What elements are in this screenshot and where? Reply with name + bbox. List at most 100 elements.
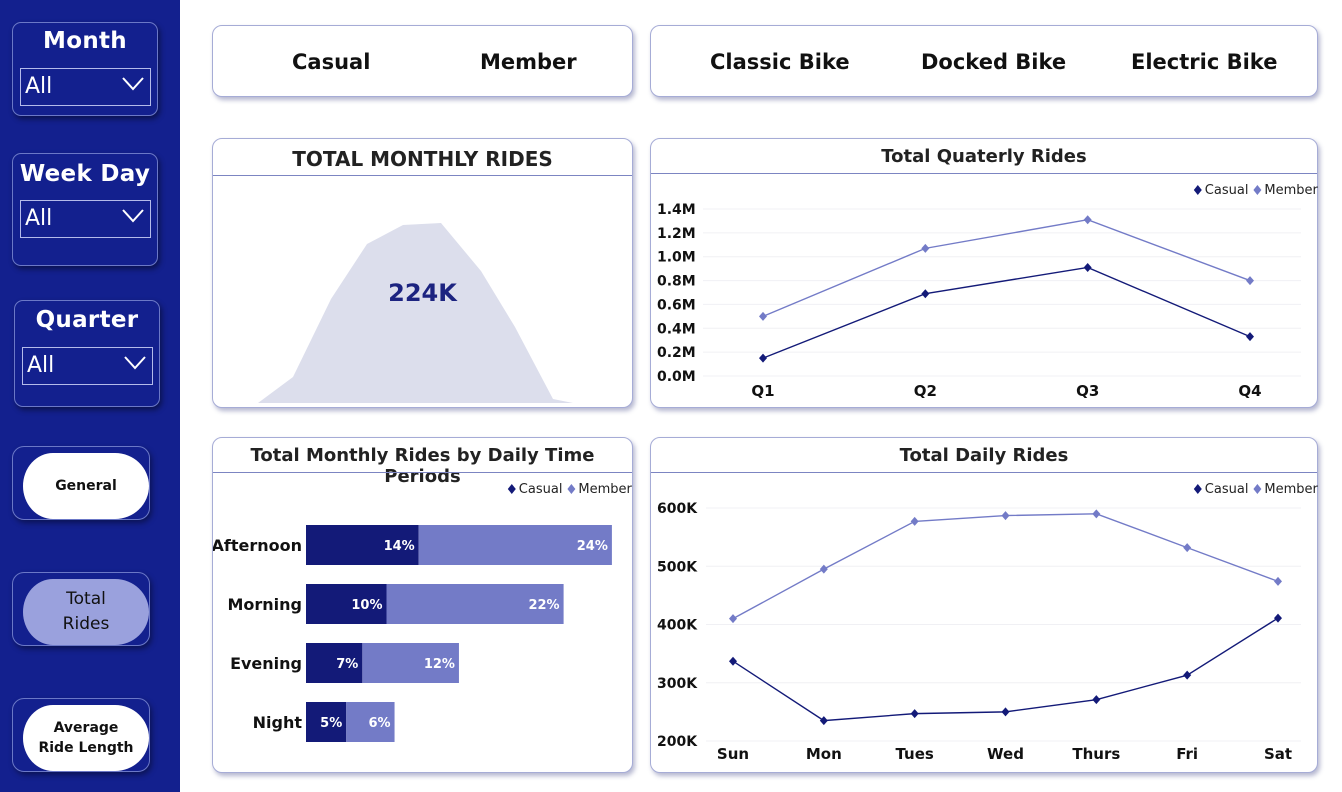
legend-casual: Casual: [1205, 482, 1249, 497]
x-tick-label: Q4: [1238, 382, 1261, 400]
data-point-member: [1092, 509, 1101, 519]
weekday-select[interactable]: All: [20, 200, 151, 238]
bar-value-label: 14%: [384, 539, 415, 554]
y-tick-label: 400K: [657, 618, 698, 634]
quarter-slicer: Quarter All: [14, 300, 160, 407]
category-label: Evening: [230, 654, 302, 673]
quarterly-rides-card: Total Quaterly Rides 0.0M 0.2M 0.4M 0.6M 0.8…: [650, 138, 1319, 408]
weekday-slicer: Week Day All: [12, 153, 158, 266]
data-point-member: [759, 311, 767, 321]
data-point-casual: [1092, 695, 1101, 705]
filter-electric-bike[interactable]: Electric Bike: [1131, 50, 1277, 74]
sidebar: Month All Week Day All Quarter All Gener…: [0, 0, 180, 792]
data-point-casual: [819, 716, 828, 726]
total-rides-button[interactable]: Total Rides: [23, 579, 149, 645]
data-point-member: [1246, 276, 1254, 286]
bar-value-label: 24%: [577, 539, 608, 554]
y-tick-label: 1.4M: [657, 202, 696, 218]
x-tick-label: Q1: [751, 382, 774, 400]
filter-docked-bike[interactable]: Docked Bike: [921, 50, 1066, 74]
nav-total-rides: Total Rides: [12, 572, 150, 646]
monthly-area-shape: [258, 223, 573, 403]
general-button-label: General: [55, 477, 117, 494]
series-line-casual: [732, 617, 1279, 722]
total-rides-button-label: Total Rides: [63, 587, 110, 636]
avg-ride-label-line2: Ride Length: [38, 740, 134, 756]
quarter-slicer-title: Quarter: [35, 307, 139, 333]
legend-member: Member: [578, 482, 632, 497]
bar-value-label: 12%: [424, 657, 455, 672]
average-ride-length-button[interactable]: Average Ride Length: [23, 705, 149, 771]
data-point-casual: [759, 353, 767, 363]
daily-line-chart: 200K 300K 400K 500K 600K Sun Mon Tues Wed Thurs Fr…: [657, 482, 1319, 763]
legend-casual: Casual: [519, 482, 563, 497]
x-tick-label: Q2: [914, 382, 937, 400]
chevron-down-icon: [124, 356, 146, 370]
monthly-rides-card: TOTAL MONTHLY RIDES 224K: [212, 138, 633, 408]
time-periods-card: Total Monthly Rides by Daily Time Period…: [212, 437, 633, 773]
x-tick-label: Fri: [1176, 745, 1198, 763]
y-tick-label: 0.4M: [657, 321, 696, 337]
weekday-slicer-title: Week Day: [19, 161, 151, 187]
chevron-down-icon: [122, 209, 144, 223]
filter-classic-bike[interactable]: Classic Bike: [710, 50, 850, 74]
series-line-member: [762, 219, 1251, 318]
filter-member[interactable]: Member: [480, 50, 577, 74]
category-label: Afternoon: [213, 536, 302, 555]
data-point-casual: [1083, 262, 1092, 272]
total-rides-label-line2: Rides: [62, 614, 110, 634]
data-point-casual: [1246, 332, 1254, 342]
rider-type-filter: Casual Member: [212, 25, 633, 97]
y-tick-label: 0.2M: [657, 345, 696, 361]
month-select[interactable]: All: [20, 68, 151, 106]
data-point-casual: [1001, 707, 1010, 717]
category-label: Night: [253, 713, 303, 732]
monthly-area-sparkline: [258, 223, 573, 403]
data-point-casual: [910, 709, 919, 719]
bar-value-label: 10%: [351, 598, 382, 613]
month-select-value: All: [25, 74, 53, 99]
y-tick-label: 300K: [657, 676, 698, 692]
y-tick-label: 0.0M: [657, 369, 696, 385]
legend-casual-marker: [1193, 484, 1202, 494]
legend-member: Member: [1264, 183, 1318, 198]
data-point-casual: [1183, 670, 1192, 680]
x-tick-label: Sun: [717, 745, 749, 763]
chevron-down-icon: [122, 77, 144, 91]
data-point-member: [921, 243, 930, 253]
data-point-member: [1001, 511, 1010, 521]
quarter-select[interactable]: All: [22, 347, 153, 385]
average-ride-length-button-label: Average Ride Length: [38, 718, 133, 759]
bike-type-filter: Classic Bike Docked Bike Electric Bike: [650, 25, 1318, 97]
y-tick-label: 1.0M: [657, 250, 696, 266]
y-tick-label: 600K: [657, 501, 698, 517]
bar-value-label: 22%: [528, 598, 559, 613]
x-tick-label: Mon: [806, 745, 842, 763]
time-periods-bar-chart: Afternoon 14% 24% Morning 10% 22% Evening 7% 12%…: [213, 482, 633, 742]
monthly-rides-value: 224K: [388, 279, 457, 307]
data-point-member: [1183, 543, 1192, 553]
legend-casual-marker: [507, 484, 516, 494]
data-point-member: [910, 516, 919, 526]
general-button[interactable]: General: [23, 453, 149, 519]
legend-casual: Casual: [1205, 183, 1249, 198]
bar-value-label: 5%: [320, 716, 342, 731]
x-tick-label: Q3: [1076, 382, 1099, 400]
filter-casual[interactable]: Casual: [292, 50, 370, 74]
x-tick-label: Tues: [895, 745, 933, 763]
x-tick-label: Wed: [987, 745, 1024, 763]
legend-casual-marker: [1193, 185, 1202, 195]
daily-rides-card: Total Daily Rides 200K 300K 400K 500K 600K Su…: [650, 437, 1319, 773]
bar-value-label: 6%: [368, 716, 390, 731]
y-tick-label: 0.8M: [657, 274, 696, 290]
y-tick-label: 0.6M: [657, 297, 696, 313]
quarter-select-value: All: [27, 353, 55, 378]
y-tick-label: 500K: [657, 559, 698, 575]
bar-value-label: 7%: [336, 657, 358, 672]
data-point-casual: [1274, 613, 1282, 623]
legend-member: Member: [1264, 482, 1318, 497]
total-rides-label-line1: Total: [66, 589, 106, 610]
x-tick-label: Sat: [1264, 745, 1292, 763]
data-point-member: [1274, 576, 1282, 586]
nav-general: General: [12, 446, 150, 520]
